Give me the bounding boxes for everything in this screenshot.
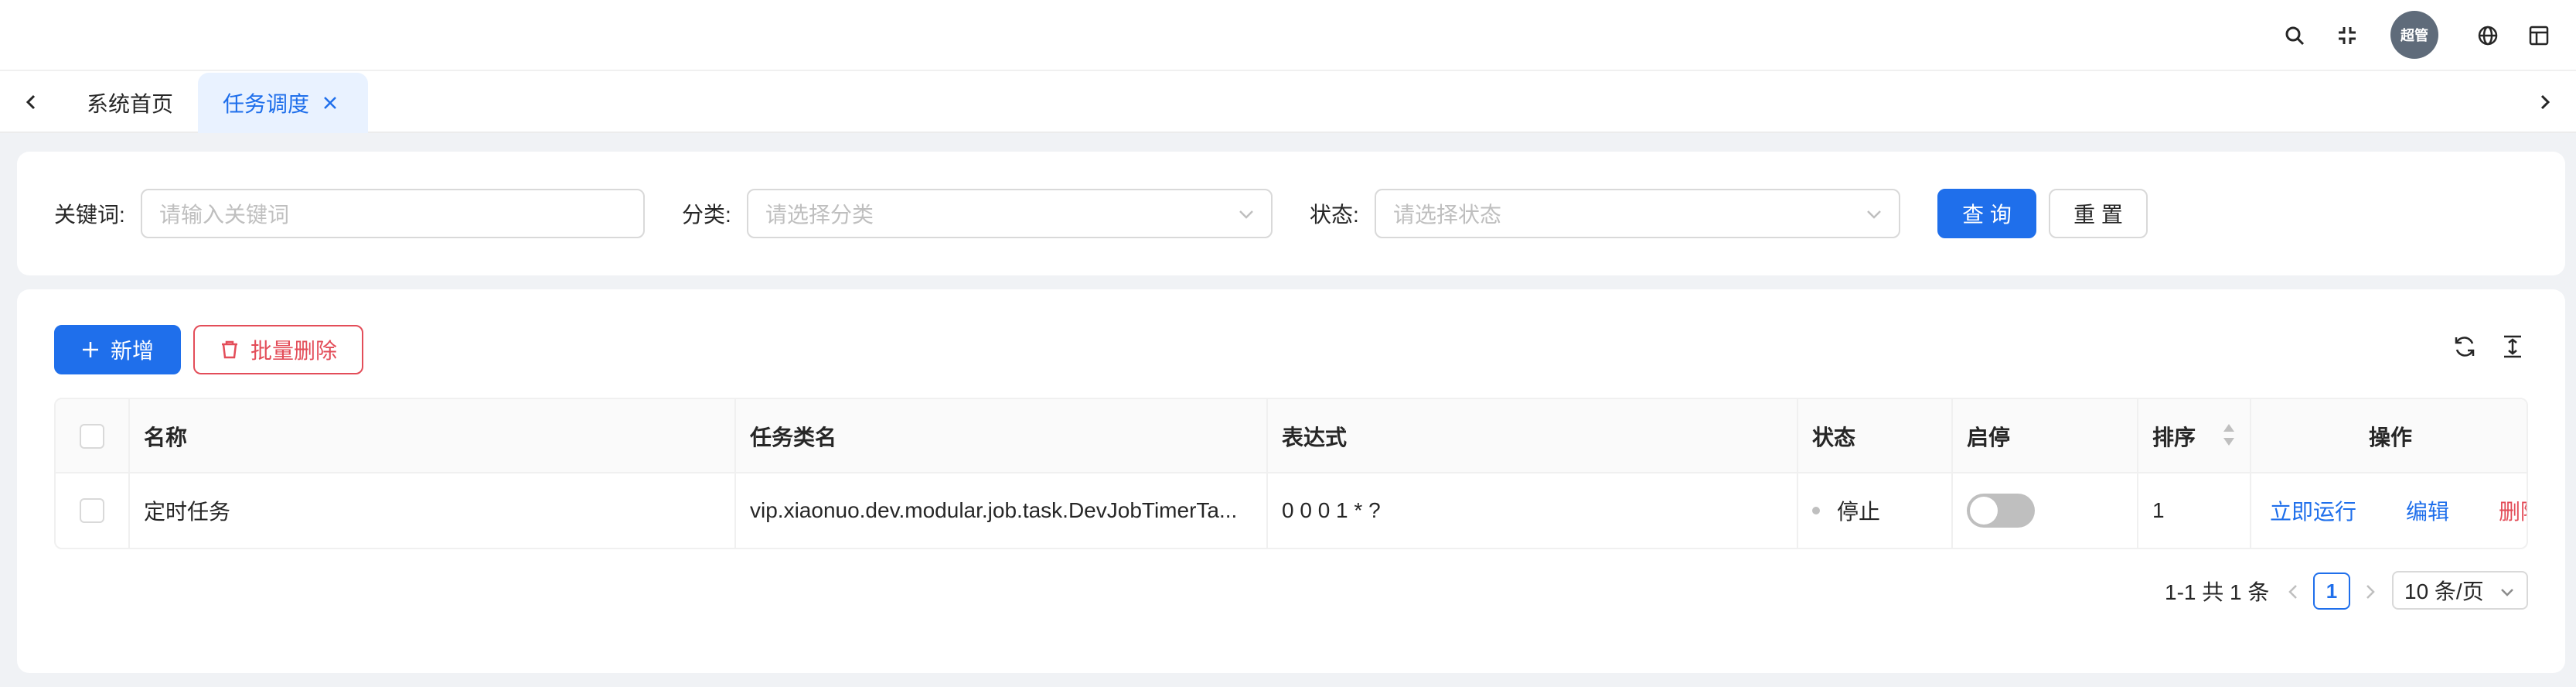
table-panel: 新增 批量删除 名称 任务类名 表达式 状态 启停 排序 操作 定时任务 vip… [17,289,2565,673]
search-icon[interactable] [2276,17,2313,54]
add-button-label: 新增 [110,339,154,363]
enable-switch[interactable] [1967,494,2035,528]
status-dot [1812,507,1820,514]
row-select-cell [56,473,130,548]
tab-scroll-left-icon[interactable] [14,85,48,119]
column-header-sort-label: 排序 [2152,426,2196,449]
pagination-total: 1-1 共 1 条 [2165,580,2270,604]
column-header-class-name: 任务类名 [736,399,1268,473]
select-all-cell [56,399,130,473]
chevron-down-icon [1865,204,1883,229]
tab-scroll-right-icon[interactable] [2528,85,2562,119]
batch-delete-button[interactable]: 批量删除 [193,325,363,374]
add-button[interactable]: 新增 [54,325,181,374]
tab-task-schedule-label: 任务调度 [223,92,310,116]
column-header-status: 状态 [1798,399,1953,473]
query-button[interactable]: 查 询 [1937,189,2036,238]
data-table: 名称 任务类名 表达式 状态 启停 排序 操作 定时任务 vip.xiaonuo… [54,398,2528,549]
cell-status: 停止 [1798,473,1953,548]
column-header-name: 名称 [130,399,736,473]
tab-home[interactable]: 系统首页 [62,73,198,133]
close-icon[interactable] [322,94,339,111]
page-number-current[interactable]: 1 [2313,572,2350,610]
avatar[interactable]: 超管 [2390,11,2438,59]
cell-sort: 1 [2138,473,2251,548]
page-size-label: 10 条/页 [2404,579,2484,603]
column-height-icon[interactable] [2494,328,2531,365]
keyword-placeholder: 请输入关键词 [159,203,290,227]
delete-link[interactable]: 删除 [2499,495,2527,526]
reset-button[interactable]: 重 置 [2049,189,2148,238]
fullscreen-exit-icon[interactable] [2329,17,2366,54]
tab-bar: 系统首页 任务调度 [0,71,2576,133]
column-header-toggle: 启停 [1953,399,2138,473]
status-select[interactable]: 请选择状态 [1375,189,1900,238]
column-header-sort[interactable]: 排序 [2138,399,2251,473]
column-header-expression: 表达式 [1268,399,1798,473]
cell-toggle [1953,473,2138,548]
run-now-link[interactable]: 立即运行 [2270,495,2356,526]
search-form: 关键词: 请输入关键词 分类: 请选择分类 状态: 请选择状态 查 询 重 置 [17,152,2565,275]
keyword-input[interactable]: 请输入关键词 [141,189,645,238]
edit-link[interactable]: 编辑 [2406,495,2449,526]
status-label: 状态: [1310,203,1359,227]
category-label: 分类: [682,203,731,227]
next-page-icon[interactable] [2355,574,2386,610]
page-number-label: 1 [2326,579,2338,603]
tab-task-schedule[interactable]: 任务调度 [198,73,368,133]
select-all-checkbox[interactable] [80,424,104,449]
cell-expression: 0 0 0 1 * ? [1268,473,1798,548]
column-header-actions: 操作 [2368,426,2412,449]
refresh-icon[interactable] [2446,328,2483,365]
category-placeholder: 请选择分类 [765,203,874,227]
tab-home-label: 系统首页 [87,92,174,116]
chevron-down-icon [2499,582,2516,607]
cell-actions: 立即运行 编辑 删除 [2251,473,2527,548]
batch-delete-button-label: 批量删除 [250,339,337,363]
avatar-text: 超管 [2401,28,2428,43]
top-header: 超管 [0,0,2576,71]
status-placeholder: 请选择状态 [1393,203,1502,227]
globe-icon[interactable] [2469,17,2506,54]
prev-page-icon[interactable] [2278,574,2309,610]
status-text: 停止 [1837,500,1881,524]
layout-icon[interactable] [2520,17,2557,54]
plus-icon [82,342,98,357]
cell-name: 定时任务 [130,473,736,548]
query-button-label: 查 询 [1962,203,2012,227]
category-select[interactable]: 请选择分类 [747,189,1273,238]
reset-button-label: 重 置 [2073,203,2123,227]
row-checkbox[interactable] [80,498,104,523]
table-header-row: 名称 任务类名 表达式 状态 启停 排序 操作 [56,399,2527,473]
sort-icon [2222,422,2236,453]
table-row: 定时任务 vip.xiaonuo.dev.modular.job.task.De… [56,473,2527,548]
chevron-down-icon [1237,204,1256,229]
page-size-select[interactable]: 10 条/页 [2392,571,2528,610]
keyword-label: 关键词: [54,203,125,227]
trash-icon [221,340,237,359]
switch-knob [1970,497,1998,525]
cell-class-name: vip.xiaonuo.dev.modular.job.task.DevJobT… [736,473,1268,548]
